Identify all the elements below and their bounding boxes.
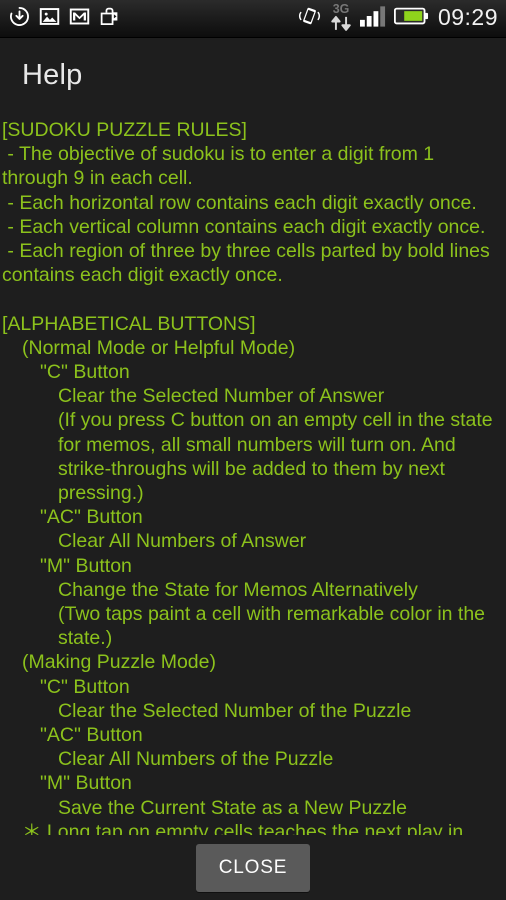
close-button[interactable]: CLOSE	[196, 843, 310, 892]
status-bar-right-icons: 3G 09:29	[297, 1, 506, 36]
help-line: "M" Button	[40, 554, 132, 577]
help-line: - The objective of sudoku is to enter a …	[2, 143, 440, 190]
signal-bars-icon	[359, 5, 387, 32]
help-line: [ALPHABETICAL BUTTONS]	[2, 312, 256, 335]
vibrate-icon	[297, 5, 322, 32]
help-line: (If you press C button on an empty cell …	[58, 409, 499, 505]
help-line: "C" Button	[40, 675, 130, 698]
help-line: - Each vertical column contains each dig…	[2, 215, 486, 238]
help-line: [SUDOKU PUZZLE RULES]	[2, 119, 247, 141]
help-line: - Each horizontal row contains each digi…	[2, 191, 477, 214]
help-line: "AC" Button	[40, 724, 143, 747]
gmail-icon	[69, 6, 90, 32]
help-line: "C" Button	[40, 361, 130, 384]
3g-label: 3G	[333, 2, 350, 16]
help-scroll-area[interactable]: [SUDOKU PUZZLE RULES] - The objective of…	[0, 112, 506, 835]
3g-data-icon: 3G	[329, 1, 353, 36]
battery-icon	[393, 6, 429, 31]
page-title: Help	[22, 58, 83, 91]
title-bar: Help	[0, 38, 506, 112]
footer-bar: CLOSE	[0, 835, 506, 900]
help-line: Change the State for Memos Alternatively	[58, 578, 418, 601]
help-line: (Making Puzzle Mode)	[22, 651, 216, 674]
help-line: Clear the Selected Number of Answer	[58, 385, 385, 408]
help-line: "M" Button	[40, 772, 132, 795]
help-text-body: [SUDOKU PUZZLE RULES] - The objective of…	[0, 112, 506, 835]
play-store-icon	[99, 6, 120, 32]
help-line: - Each region of three by three cells pa…	[2, 240, 496, 287]
status-bar[interactable]: 3G 09:29	[0, 0, 506, 38]
gallery-image-icon	[39, 6, 60, 32]
help-line: "AC" Button	[40, 506, 143, 529]
status-bar-clock: 09:29	[437, 4, 498, 30]
help-line: Save the Current State as a New Puzzle	[58, 796, 408, 819]
help-line: Clear All Numbers of the Puzzle	[58, 748, 334, 771]
help-line: ＊ Long tap on empty cells teaches the ne…	[22, 820, 464, 835]
help-line	[2, 287, 504, 311]
download-icon	[9, 6, 30, 32]
status-bar-left-icons	[0, 6, 120, 32]
help-line: (Normal Mode or Helpful Mode)	[22, 336, 296, 359]
help-line: Clear the Selected Number of the Puzzle	[58, 699, 412, 722]
help-line: Clear All Numbers of Answer	[58, 530, 307, 553]
help-line: (Two taps paint a cell with remarkable c…	[58, 603, 491, 650]
